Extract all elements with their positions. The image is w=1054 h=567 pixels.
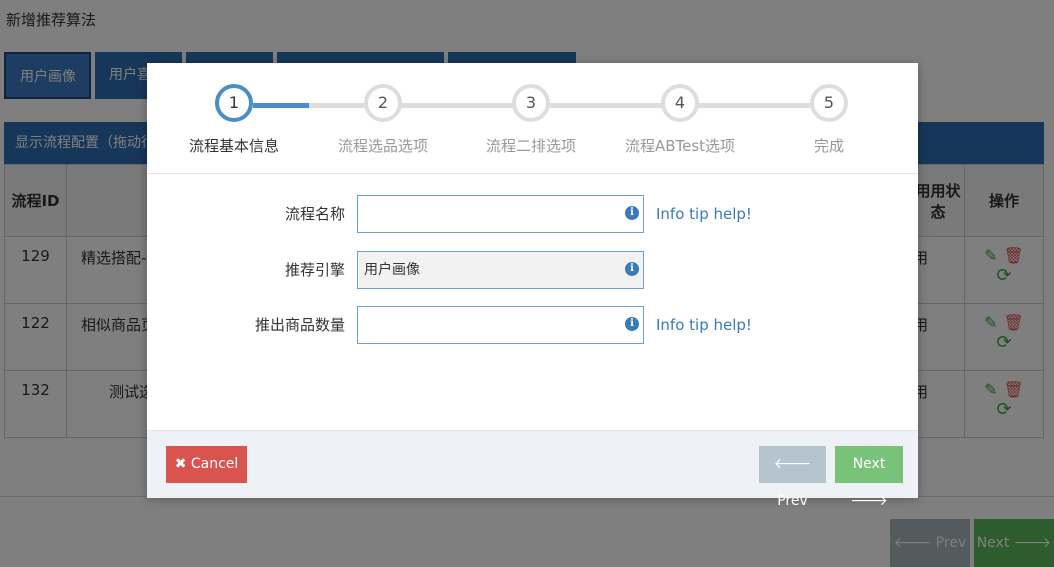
step-label-3: 流程二排选项	[485, 137, 576, 155]
arrow-right-icon: 🡒	[850, 493, 888, 509]
step-circle-4[interactable]: 4	[661, 84, 699, 122]
item-count-label: 推出商品数量	[254, 316, 345, 334]
step-connector-1	[253, 103, 309, 108]
prev-label: Prev	[777, 493, 808, 509]
engine-field: 用户画像	[357, 251, 644, 289]
flow-name-input[interactable]	[357, 195, 644, 233]
step-connector-3	[547, 103, 677, 108]
info-icon: i	[625, 206, 639, 220]
item-count-help: Info tip help!	[656, 316, 752, 334]
step-label-5: 完成	[813, 137, 844, 155]
form-row-item-count: 推出商品数量 i Info tip help!	[147, 306, 918, 344]
cancel-button[interactable]: ✖ Cancel	[166, 446, 247, 483]
flow-name-label: 流程名称	[284, 205, 345, 223]
next-button[interactable]: Next 🡒	[835, 446, 903, 509]
info-icon: i	[625, 262, 639, 276]
step-label-4: 流程ABTest选项	[624, 137, 736, 155]
info-icon: i	[625, 317, 639, 331]
step-circle-2[interactable]: 2	[364, 84, 402, 122]
cancel-label: Cancel	[190, 456, 239, 472]
step-circle-1[interactable]: 1	[215, 84, 253, 122]
modal-footer: ✖ Cancel 🡐 Prev Next 🡒	[147, 430, 918, 509]
step-label-2: 流程选品选项	[337, 137, 428, 155]
wizard-modal: 1 2 3 4 5 流程基本信息 流程选品选项 流程二排选项 流程ABTest选…	[147, 63, 918, 509]
step-label-1: 流程基本信息	[188, 137, 279, 155]
close-icon: ✖	[174, 456, 191, 472]
item-count-input[interactable]	[357, 306, 644, 344]
next-label: Next	[852, 456, 886, 472]
wizard-steps: 1 2 3 4 5 流程基本信息 流程选品选项 流程二排选项 流程ABTest选…	[147, 63, 918, 174]
step-circle-5[interactable]: 5	[810, 84, 848, 122]
engine-label: 推荐引擎	[284, 261, 345, 279]
arrow-left-icon: 🡐	[773, 456, 812, 472]
form-row-flow-name: 流程名称 i Info tip help!	[147, 195, 918, 233]
step-connector-2	[398, 103, 528, 108]
step-connector-4	[696, 103, 826, 108]
prev-button[interactable]: 🡐 Prev	[759, 446, 826, 509]
step-circle-3[interactable]: 3	[512, 84, 550, 122]
flow-name-help: Info tip help!	[656, 205, 752, 223]
form-row-engine: 推荐引擎 用户画像 i	[147, 251, 918, 289]
